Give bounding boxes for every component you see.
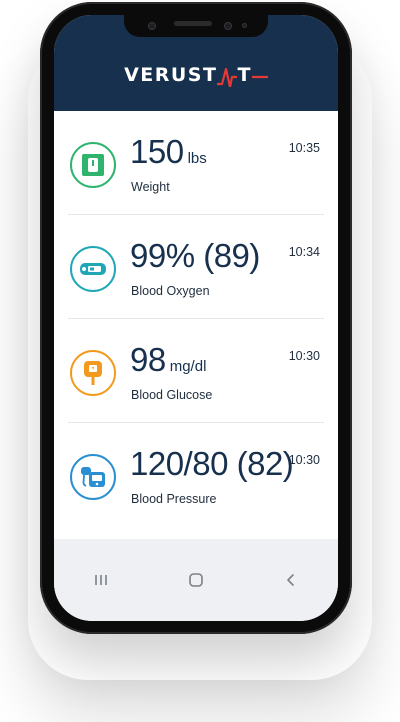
logo-pulse-tail-icon — [251, 75, 268, 79]
app-logo: VERUST T — [124, 63, 268, 87]
android-navigation-bar — [54, 539, 338, 621]
scale-icon — [70, 142, 116, 188]
reading-value: 120/80 (82) — [130, 445, 294, 483]
readings-list: 150 lbs Weight 10:35 99% (89) Blood Oxyg… — [54, 111, 338, 526]
reading-row-blood-pressure[interactable]: 120/80 (82) Blood Pressure 10:30 — [68, 423, 324, 526]
blood-glucose-label: Blood Glucose — [131, 388, 213, 402]
recent-apps-icon — [95, 575, 108, 585]
back-button[interactable] — [261, 569, 321, 591]
logo-pulse-a-icon — [217, 67, 238, 87]
home-button[interactable] — [166, 569, 226, 591]
logo-text-suffix: T — [237, 64, 252, 86]
weight-value: 150 — [130, 133, 184, 170]
logo-text-prefix: VERUST — [124, 64, 218, 86]
home-icon — [189, 573, 203, 587]
sensor-icon — [224, 22, 232, 30]
proximity-sensor-icon — [242, 23, 247, 28]
blood-glucose-unit: mg/dl — [169, 358, 207, 375]
blood-oxygen-label: Blood Oxygen — [131, 284, 210, 298]
reading-row-blood-glucose[interactable]: 98 mg/dl Blood Glucose 10:30 — [68, 319, 324, 423]
weight-label: Weight — [131, 180, 170, 194]
recent-apps-button[interactable] — [71, 569, 131, 591]
phone-notch — [124, 15, 268, 37]
speaker-grille — [174, 21, 212, 26]
pulse-oximeter-icon — [70, 246, 116, 292]
reading-value: 98 mg/dl — [130, 341, 206, 379]
weight-unit: lbs — [187, 150, 207, 167]
weight-time: 10:35 — [288, 141, 320, 155]
blood-oxygen-value: 99% (89) — [130, 237, 260, 274]
blood-pressure-time: 10:30 — [288, 453, 320, 467]
back-icon — [286, 574, 294, 586]
reading-value: 150 lbs — [130, 133, 207, 171]
front-camera-icon — [148, 22, 156, 30]
blood-glucose-time: 10:30 — [288, 349, 320, 363]
blood-pressure-value: 120/80 (82) — [130, 445, 294, 482]
blood-oxygen-time: 10:34 — [288, 245, 320, 259]
blood-pressure-cuff-icon — [70, 454, 116, 500]
stage: VERUST T 150 lbs Weight 10:35 99% (89) B… — [0, 0, 400, 722]
reading-value: 99% (89) — [130, 237, 260, 275]
reading-row-weight[interactable]: 150 lbs Weight 10:35 — [68, 111, 324, 215]
blood-glucose-value: 98 — [130, 341, 166, 378]
reading-row-blood-oxygen[interactable]: 99% (89) Blood Oxygen 10:34 — [68, 215, 324, 319]
blood-pressure-label: Blood Pressure — [131, 492, 217, 506]
glucose-meter-icon — [70, 350, 116, 396]
phone-screen: VERUST T 150 lbs Weight 10:35 99% (89) B… — [54, 15, 338, 621]
phone-frame: VERUST T 150 lbs Weight 10:35 99% (89) B… — [40, 2, 352, 634]
